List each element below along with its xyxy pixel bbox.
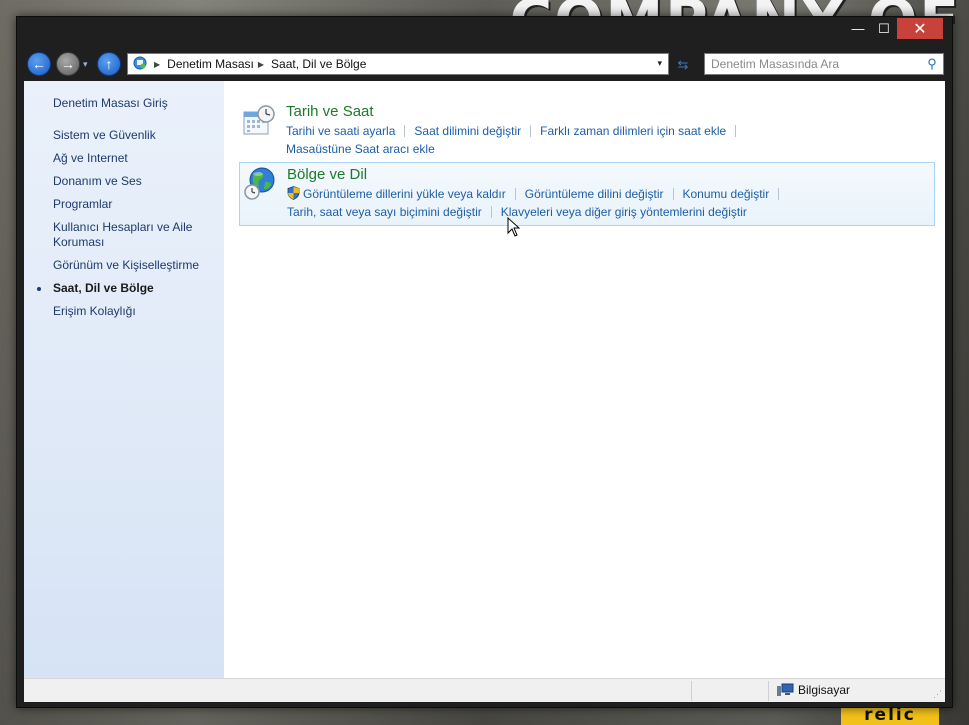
refresh-button[interactable]: ⇆ (672, 55, 694, 75)
status-divider (691, 681, 692, 701)
task-link-set-date-time[interactable]: Tarihi ve saati ayarla (286, 124, 395, 138)
task-link-add-clocks[interactable]: Farklı zaman dilimleri için saat ekle (540, 124, 726, 138)
back-button[interactable]: ← (27, 52, 51, 76)
status-divider (768, 681, 769, 701)
content-area: Denetim Masası Giriş Sistem ve Güvenlik … (24, 81, 945, 678)
search-box: ⚲ (704, 53, 944, 75)
up-button[interactable]: ↑ (97, 52, 121, 76)
link-separator (490, 206, 492, 218)
breadcrumb-separator-icon: ▶ (154, 59, 161, 69)
resize-grip-icon[interactable]: ⋰ (933, 689, 942, 700)
link-separator (514, 188, 516, 200)
control-panel-icon (130, 56, 150, 73)
breadcrumb-separator-icon: ▶ (257, 59, 265, 69)
sidebar-item-system-security[interactable]: Sistem ve Güvenlik (24, 128, 224, 143)
sidebar-item-user-accounts[interactable]: Kullanıcı Hesapları ve Aile Koruması (24, 220, 204, 250)
search-input[interactable] (705, 55, 921, 73)
sidebar-item-hardware-sound[interactable]: Donanım ve Ses (24, 174, 224, 189)
category-region-language: Bölge ve Dil Görüntüleme dillerini yükle… (239, 162, 935, 226)
forward-button[interactable]: → (56, 52, 80, 76)
task-link-change-location[interactable]: Konumu değiştir (683, 187, 770, 201)
recent-pages-dropdown[interactable]: ▾ (83, 59, 88, 70)
caption-buttons: — ☐ ✕ (845, 18, 943, 39)
computer-icon (776, 683, 794, 697)
sidebar-item-programs[interactable]: Programlar (24, 197, 224, 212)
task-row: Tarih, saat veya sayı biçimini değiştir K… (287, 203, 934, 221)
category-title-date-time[interactable]: Tarih ve Saat (286, 102, 374, 122)
sidebar-item-control-panel-home[interactable]: Denetim Masası Giriş (24, 96, 224, 111)
sidebar-item-appearance[interactable]: Görünüm ve Kişiselleştirme (24, 258, 224, 273)
sidebar-item-clock-language-region[interactable]: Saat, Dil ve Bölge (24, 281, 224, 296)
sidebar-item-network-internet[interactable]: Ağ ve Internet (24, 151, 224, 166)
status-computer-label: Bilgisayar (798, 683, 851, 697)
sidebar-item-ease-of-access[interactable]: Erişim Kolaylığı (24, 304, 224, 319)
sidebar: Denetim Masası Giriş Sistem ve Güvenlik … (24, 81, 224, 678)
task-link-install-display-languages[interactable]: Görüntüleme dillerini yükle veya kaldır (303, 187, 506, 201)
maximize-button[interactable]: ☐ (871, 18, 897, 39)
wallpaper-badge: relic (841, 705, 939, 725)
address-history-dropdown-icon[interactable]: ▾ (657, 58, 662, 69)
navigation-bar: ← → ▾ ↑ ▶ Denetim Masası ▶ Saat, Dil ve … (17, 47, 952, 81)
task-links: Tarihi ve saati ayarla Saat dilimini deği… (286, 122, 935, 158)
minimize-button[interactable]: — (845, 18, 871, 39)
link-separator (778, 188, 780, 200)
task-link-change-display-language[interactable]: Görüntüleme dilini değiştir (525, 187, 664, 201)
task-row: Masaüstüne Saat aracı ekle (286, 140, 935, 158)
breadcrumb-control-panel[interactable]: Denetim Masası (167, 57, 254, 71)
task-link-change-keyboards[interactable]: Klavyeleri veya diğer giriş yöntemlerini… (501, 205, 747, 219)
address-bar[interactable]: ▶ Denetim Masası ▶ Saat, Dil ve Bölge ▾ (127, 53, 669, 75)
link-separator (672, 188, 674, 200)
category-title-region-language[interactable]: Bölge ve Dil (287, 165, 367, 185)
calendar-clock-icon (242, 104, 276, 138)
control-panel-window: — ☐ ✕ ← → ▾ ↑ ▶ Denetim Masası ▶ Saat, D… (16, 16, 953, 708)
link-separator (735, 125, 737, 137)
task-row: Görüntüleme dillerini yükle veya kaldır G… (287, 185, 934, 203)
breadcrumb-clock-language-region[interactable]: Saat, Dil ve Bölge (271, 57, 366, 71)
uac-shield-icon (287, 186, 300, 200)
link-separator (530, 125, 532, 137)
task-links: Görüntüleme dillerini yükle veya kaldır G… (287, 185, 934, 221)
category-date-time: Tarih ve Saat Tarihi ve saati ayarla Saat… (239, 100, 935, 162)
status-computer: Bilgisayar (776, 683, 850, 697)
task-link-add-clock-gadget[interactable]: Masaüstüne Saat aracı ekle (286, 142, 435, 156)
task-link-change-time-zone[interactable]: Saat dilimini değiştir (414, 124, 521, 138)
globe-clock-icon (243, 167, 277, 201)
mouse-cursor-icon (507, 217, 521, 237)
search-icon[interactable]: ⚲ (921, 56, 943, 72)
status-bar: Bilgisayar ⋰ (24, 678, 945, 702)
task-row: Tarihi ve saati ayarla Saat dilimini deği… (286, 122, 935, 140)
link-separator (404, 125, 406, 137)
main-panel: Tarih ve Saat Tarihi ve saati ayarla Saat… (224, 81, 945, 678)
task-link-change-formats[interactable]: Tarih, saat veya sayı biçimini değiştir (287, 205, 482, 219)
close-button[interactable]: ✕ (897, 18, 943, 39)
